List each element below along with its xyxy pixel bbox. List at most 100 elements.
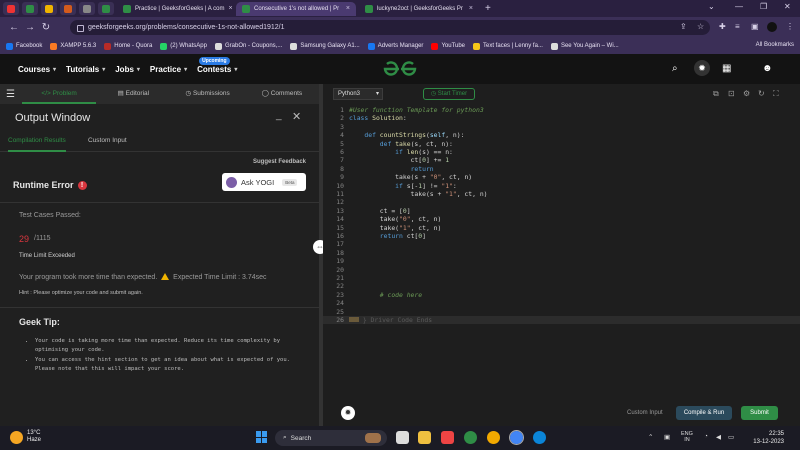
reload-icon[interactable]: ↻	[38, 22, 54, 33]
chrome-active-icon[interactable]	[509, 430, 524, 445]
nav-jobs[interactable]: Jobs ▾	[115, 65, 140, 74]
chevron-down-icon[interactable]: ⌄	[708, 2, 715, 11]
media-icon[interactable]: ≡	[735, 22, 740, 31]
url-field[interactable]: geeksforgeeks.org/problems/consecutive-1…	[70, 20, 710, 35]
chevron-down-icon: ▾	[375, 91, 379, 97]
theme-toggle-icon[interactable]: ✹	[694, 60, 710, 76]
hint-text: Hint : Please optimize your code and sub…	[19, 290, 143, 296]
fold-marker-icon[interactable]	[349, 317, 359, 322]
bookmark-samsung[interactable]: Samsung Galaxy A1...	[290, 42, 360, 50]
language-indicator[interactable]: ENG IN	[681, 431, 693, 443]
bookmark-lenny[interactable]: Text faces | Lenny fa...	[473, 42, 543, 50]
output-window-title: Output Window	[15, 112, 91, 124]
custom-input-button[interactable]: Custom Input	[627, 410, 663, 416]
bookmark-see-you-again[interactable]: See You Again – Wi...	[550, 42, 619, 50]
nav-contests[interactable]: Upcoming Contests ▾	[197, 56, 237, 74]
user-avatar-icon[interactable]: ☻	[762, 63, 773, 74]
bookmark-adverts-manager[interactable]: Adverts Manager	[367, 42, 423, 50]
tray-app-icon[interactable]: ▣	[664, 433, 670, 441]
submit-button[interactable]: Submit	[741, 406, 778, 420]
nav-tutorials[interactable]: Tutorials ▾	[66, 65, 105, 74]
bookmarks-bar: Facebook XAMPP 5.6.3 Home - Quora (2) Wh…	[0, 38, 800, 54]
restore-icon[interactable]: ❐	[760, 2, 767, 11]
pinned-tab-3[interactable]	[41, 2, 57, 15]
tab-problem[interactable]: </> Problem	[22, 84, 97, 104]
chrome-icon[interactable]	[487, 431, 500, 444]
tab-editorial[interactable]: ▤ Editorial	[96, 84, 170, 104]
editor-toolbar: Python3 ▾ ◷ Start Timer ⧉ ⊡ ⚙ ↻ ⛶	[323, 84, 800, 104]
share-icon[interactable]: ⇪	[680, 22, 687, 31]
close-icon[interactable]: ✕	[292, 110, 301, 123]
close-tab-icon[interactable]: ×	[346, 5, 350, 12]
forward-icon[interactable]: →	[22, 22, 38, 33]
minimize-icon[interactable]: _	[276, 110, 282, 121]
pinned-tab-4[interactable]	[60, 2, 76, 15]
sidepanel-icon[interactable]: ▣	[751, 22, 759, 31]
theme-toggle-icon[interactable]: ✹	[341, 406, 355, 420]
start-timer-button[interactable]: ◷ Start Timer	[423, 88, 475, 100]
tab-custom-input[interactable]: Custom Input	[88, 132, 127, 152]
close-window-icon[interactable]: ✕	[784, 2, 791, 11]
profile-avatar[interactable]	[767, 22, 777, 32]
bookmark-xampp[interactable]: XAMPP 5.6.3	[50, 42, 96, 50]
browser-tab-practice[interactable]: Practice | GeeksforGeeks | A com ×	[117, 2, 233, 16]
new-tab-icon[interactable]: +	[485, 3, 491, 14]
save-icon[interactable]: ⊡	[728, 89, 735, 98]
close-tab-icon[interactable]: ×	[469, 5, 473, 12]
store-icon[interactable]	[441, 431, 454, 444]
volume-icon[interactable]: ◀	[716, 433, 721, 441]
pinned-tab-5[interactable]	[79, 2, 95, 15]
bookmark-whatsapp[interactable]: (2) WhatsApp	[160, 42, 207, 50]
bookmark-youtube[interactable]: YouTube	[431, 42, 465, 50]
code-line: 18	[336, 248, 344, 257]
task-view-icon[interactable]	[396, 431, 409, 444]
minimize-icon[interactable]: —	[735, 2, 743, 11]
bookmark-quora[interactable]: Home - Quora	[104, 42, 152, 50]
start-button-icon[interactable]	[256, 431, 268, 443]
pinned-tab-2[interactable]	[22, 2, 38, 15]
compile-run-button[interactable]: Compile & Run	[676, 406, 732, 420]
all-bookmarks[interactable]: All Bookmarks	[756, 42, 794, 48]
extensions-icon[interactable]: ✚	[719, 22, 726, 31]
tab-submissions[interactable]: ◷ Submissions	[171, 84, 245, 104]
browser-tab-profile[interactable]: luckyne2oct | GeeksforGeeks Pr ×	[359, 2, 479, 16]
gfg-logo-icon[interactable]	[383, 60, 417, 78]
tab-compilation-results[interactable]: Compilation Results	[8, 132, 66, 152]
suggest-feedback-link[interactable]: Suggest Feedback	[253, 159, 306, 165]
system-clock[interactable]: 22:35 13-12-2023	[744, 430, 784, 446]
file-explorer-icon[interactable]	[418, 431, 431, 444]
nav-courses[interactable]: Courses ▾	[18, 65, 56, 74]
code-line: 1 #User function Template for python3	[340, 106, 484, 114]
xbox-icon[interactable]	[464, 431, 477, 444]
kebab-menu-icon[interactable]: ⋮	[786, 22, 794, 31]
pinned-tab-1[interactable]	[3, 2, 19, 15]
taskbar-search[interactable]: ⌕ Search	[275, 430, 387, 446]
code-editor[interactable]: 1 #User function Template for python3 2 cl…	[323, 104, 800, 400]
reset-icon[interactable]: ↻	[758, 89, 765, 98]
bookmark-star-icon[interactable]: ☆	[697, 22, 704, 31]
search-icon[interactable]: ⌕	[672, 63, 678, 74]
fullscreen-icon[interactable]: ⛶	[773, 89, 779, 99]
wifi-icon[interactable]: ◔	[704, 433, 708, 440]
code-icon[interactable]: ▦	[722, 63, 731, 74]
copy-icon[interactable]: ⧉	[713, 89, 719, 99]
bookmark-facebook[interactable]: Facebook	[6, 42, 42, 50]
hamburger-menu-icon[interactable]: ☰	[6, 89, 22, 100]
battery-icon[interactable]: ▭	[728, 433, 734, 441]
code-line: 19	[336, 257, 344, 266]
browser-tab-consecutive[interactable]: Consecutive 1's not allowed | Pr ×	[236, 1, 356, 16]
back-icon[interactable]: ←	[6, 22, 22, 33]
pinned-tab-6[interactable]	[98, 2, 114, 15]
language-select[interactable]: Python3 ▾	[333, 88, 383, 100]
settings-icon[interactable]: ⚙	[743, 89, 750, 98]
tray-chevron-icon[interactable]: ⌃	[648, 433, 653, 441]
nav-practice[interactable]: Practice ▾	[150, 65, 187, 74]
bookmark-grabon[interactable]: GrabOn - Coupons,...	[214, 42, 282, 50]
weather-widget[interactable]: 13°C Haze	[10, 430, 41, 444]
edge-icon[interactable]	[533, 431, 546, 444]
time-message: Your program took more time than expecte…	[19, 273, 267, 281]
tab-comments[interactable]: ◯ Comments	[245, 84, 319, 104]
warning-icon	[161, 273, 170, 280]
ask-yogi-button[interactable]: Ask YOGI Beta	[222, 173, 306, 191]
close-tab-icon[interactable]: ×	[228, 5, 232, 12]
